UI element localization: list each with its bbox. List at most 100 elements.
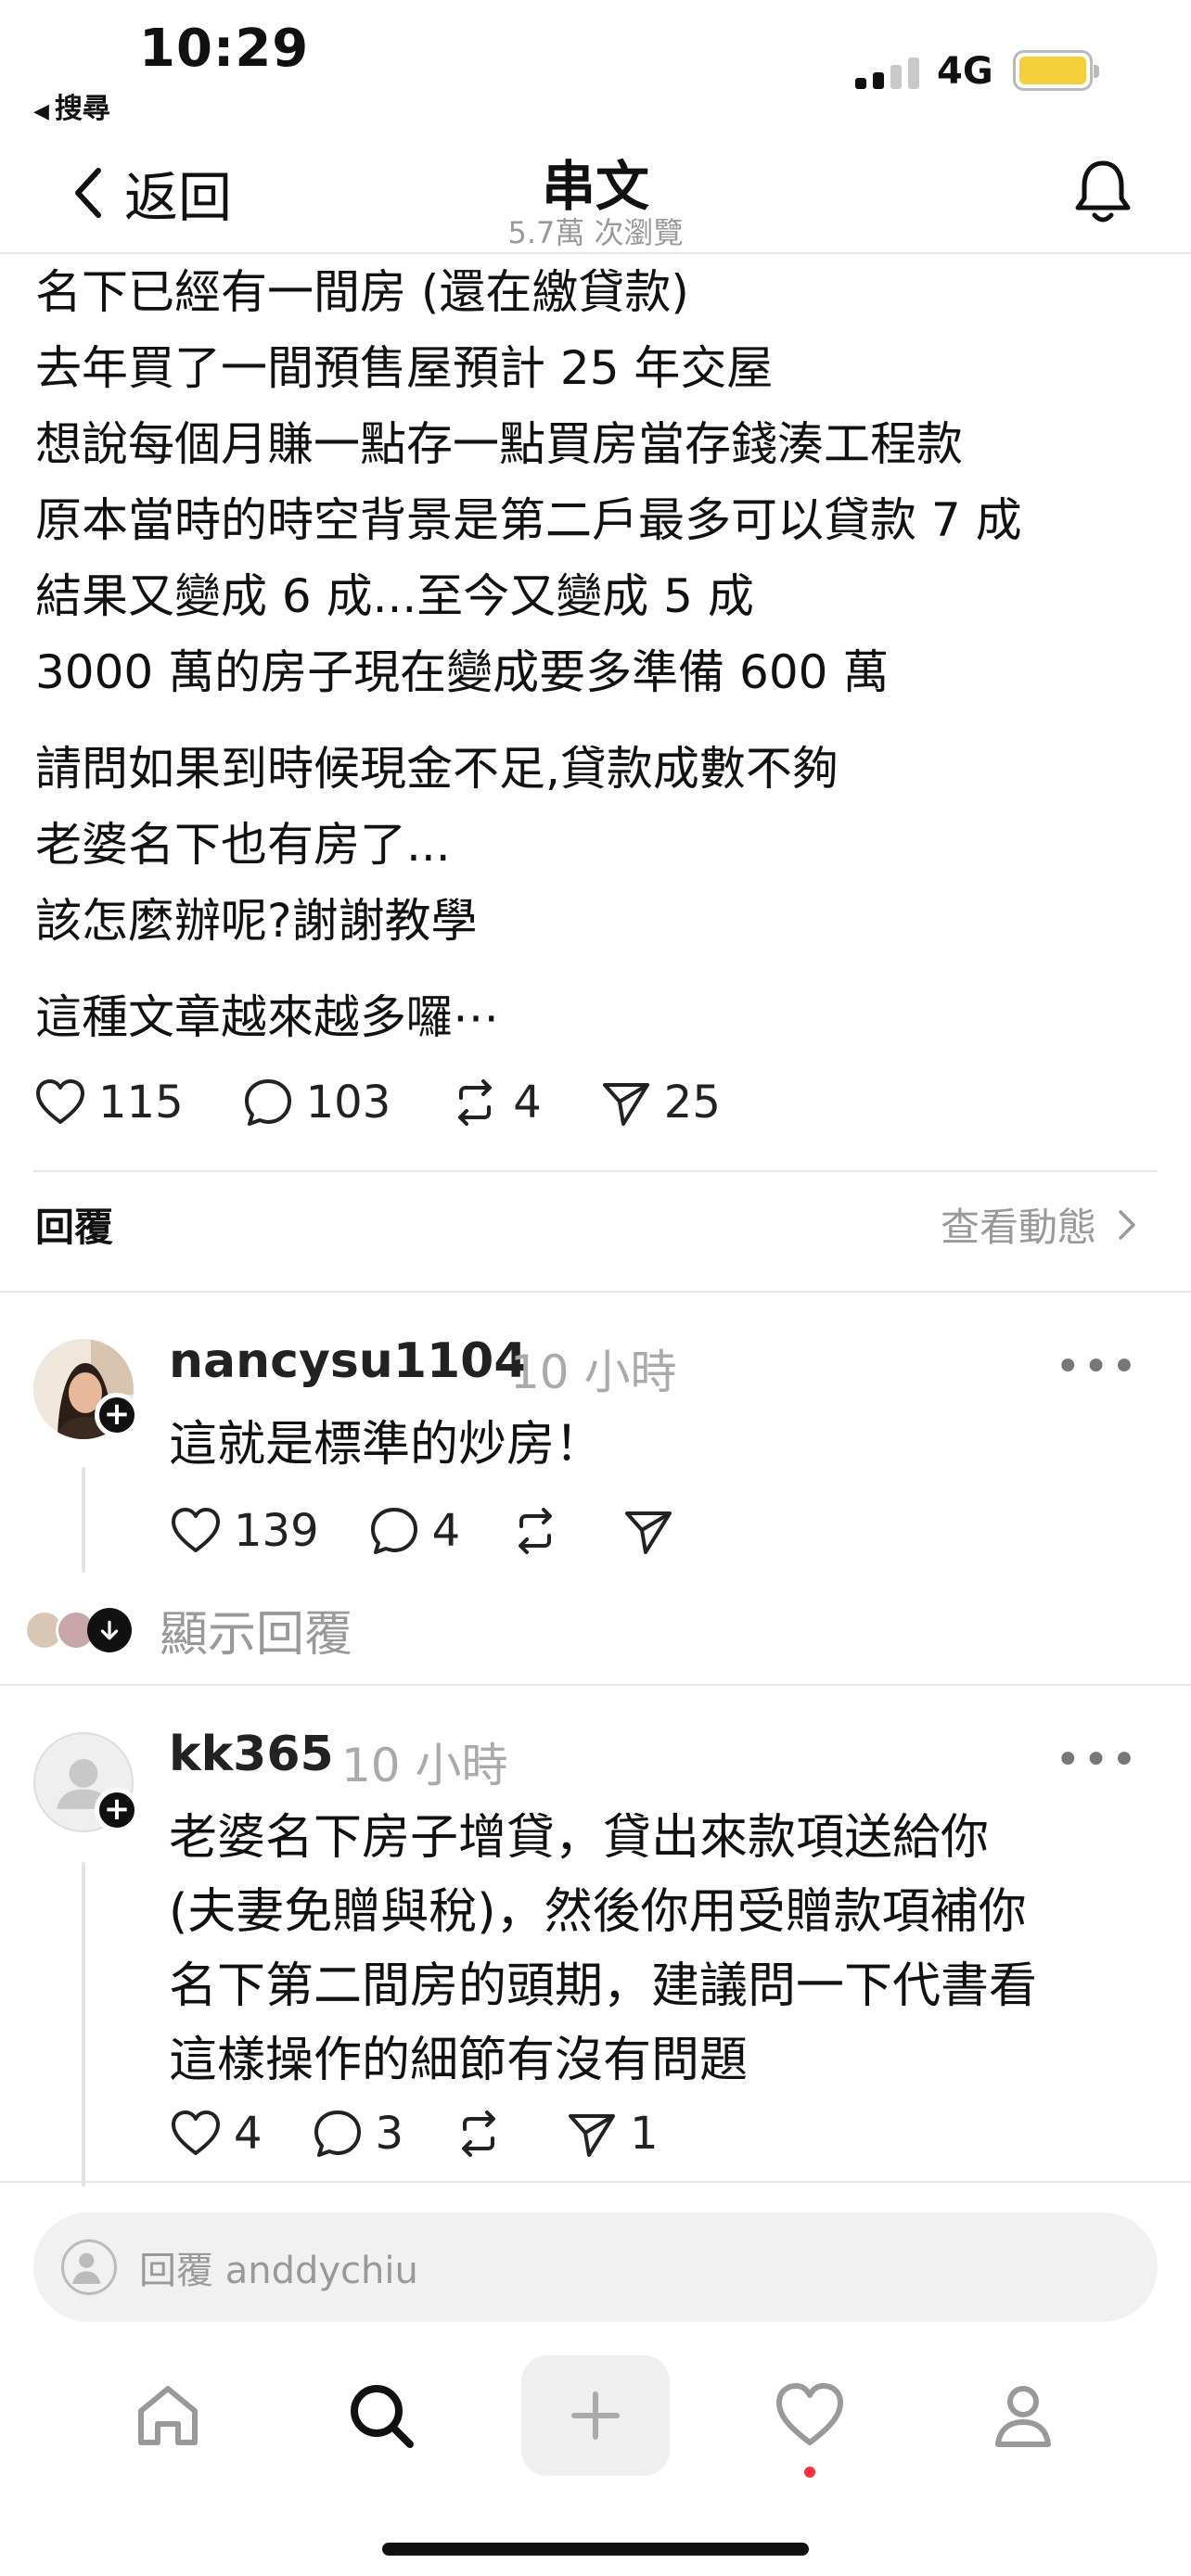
comment-bubble-icon [370,1508,417,1554]
comment-button[interactable]: 4 [367,1504,461,1558]
comment-count: 103 [305,1077,391,1129]
comment-count: 4 [431,1505,461,1557]
post-text-line: 該怎麼辦呢?謝謝教學 [35,894,478,948]
thread-line [82,1467,85,1573]
send-icon [602,1083,649,1126]
like-count: 115 [98,1077,184,1129]
send-icon [569,2114,616,2157]
view-count: 5.7萬 次瀏覽 [507,215,684,250]
more-options-button[interactable]: ••• [1055,1341,1139,1393]
user-avatar-icon [61,2239,117,2295]
repost-button[interactable] [452,2107,517,2161]
plus-icon [571,2391,620,2440]
comment-text-line: 老婆名下房子增貸，貸出來款項送給你 [169,1810,990,1866]
show-replies-label: 顯示回覆 [160,1607,353,1663]
replies-header: 回覆 [35,1205,114,1250]
battery-fill [1019,57,1086,84]
chevron-right-icon [1119,1209,1135,1240]
view-activity-link[interactable]: 查看動態 [941,1196,1137,1253]
thread-line [82,1862,85,2187]
repost-button[interactable] [508,1504,573,1558]
heart-icon [172,1508,220,1552]
repost-icon [458,1079,493,1126]
post-text-line: 想說每個月賺一點存一點買房當存錢湊工程款 [35,417,963,471]
home-indicator [382,2543,809,2556]
post-body: 名下已經有一間房 (還在繳貸款) 去年買了一間預售屋預計 25 年交屋 想說每個… [35,254,1167,1055]
like-button[interactable]: 115 [33,1076,184,1129]
comment-actions: 139 4 [169,1504,735,1558]
bell-icon[interactable] [1072,158,1133,226]
heart-icon [776,2383,843,2445]
like-count: 4 [234,2108,263,2160]
post-text-line: 名下已經有一間房 (還在繳貸款) [35,265,689,319]
bottom-tab-bar [0,2355,1191,2494]
view-activity-label: 查看動態 [940,1205,1096,1250]
comment-text-line: 這就是標準的炒房！ [169,1417,604,1473]
heart-icon [172,2111,220,2155]
share-button[interactable] [621,1504,686,1558]
back-triangle-icon: ◀ [33,100,49,123]
like-button[interactable]: 139 [169,1504,319,1558]
share-button[interactable]: 1 [565,2107,659,2161]
profile-icon [995,2386,1051,2447]
repost-count: 4 [513,1077,542,1129]
back-to-search-link[interactable]: ◀ 搜尋 [33,85,110,126]
back-to-search-label: 搜尋 [54,93,110,125]
comment-time: 10 小時 [341,1739,508,1792]
more-options-button[interactable]: ••• [1055,1734,1139,1786]
show-replies-button[interactable]: 顯示回覆 [24,1595,352,1664]
share-count: 25 [663,1077,721,1129]
comment-count: 3 [375,2108,404,2160]
comment-text-line: 這樣操作的細節有沒有問題 [169,2033,749,2088]
tab-profile[interactable] [954,2355,1093,2476]
battery-icon [1013,50,1099,91]
post-text-line: 老婆名下也有房了... [35,818,451,872]
reply-input[interactable]: 回覆 anddychiu [33,2213,1158,2322]
status-time: 10:29 [139,19,310,79]
tab-activity[interactable] [740,2355,879,2478]
post-text-line: 請問如果到時候現金不足,貸款成數不夠 [35,742,839,796]
post-text-line: 3000 萬的房子現在變成要多準備 600 萬 [35,645,890,699]
cellular-signal-icon [855,57,920,89]
comment-time: 10 小時 [510,1345,677,1399]
share-button[interactable]: 25 [599,1076,721,1129]
comment-username[interactable]: nancysu1104 [169,1333,528,1389]
arrow-down-icon [87,1607,132,1652]
tab-new-post[interactable] [521,2355,670,2476]
follow-plus-button[interactable]: + [95,1788,139,1832]
heart-icon [36,1079,84,1124]
comment-bubble-icon [314,2111,361,2157]
post-actions: 115 103 4 25 [33,1076,1156,1129]
search-icon [351,2385,414,2448]
comment-actions: 4 3 1 [169,2107,707,2161]
comment-username[interactable]: kk365 [169,1727,334,1782]
repost-icon [519,1508,553,1554]
divider [0,1684,1191,1686]
divider [0,1291,1191,1293]
comment-button[interactable]: 3 [311,2107,404,2161]
post-text-line: 結果又變成 6 成...至今又變成 5 成 [35,569,754,623]
reply-input-placeholder: 回覆 anddychiu [139,2250,418,2292]
comment-text-line: (夫妻免贈與稅)，然後你用受贈款項補你 [169,1884,1027,1940]
post-text-line: 去年買了一間預售屋預計 25 年交屋 [35,341,774,395]
network-type: 4G [937,50,993,93]
notification-dot [804,2467,815,2478]
comment-text-line: 名下第二間房的頭期，建議問一下代書看 [169,1958,1038,2014]
like-count: 139 [234,1505,319,1557]
like-button[interactable]: 4 [169,2107,263,2161]
post-text-line: 這種文章越來越多囉⋯ [35,990,499,1044]
divider [0,2181,1191,2183]
follow-plus-button[interactable]: + [95,1393,139,1437]
tab-search[interactable] [312,2355,451,2476]
tab-home[interactable] [98,2355,237,2476]
share-count: 1 [630,2108,659,2160]
repost-button[interactable]: 4 [448,1076,542,1129]
nav-bar: 返回 串文 5.7萬 次瀏覽 [0,130,1191,254]
comment-bubble-icon [244,1079,291,1126]
comment-button[interactable]: 103 [241,1076,391,1129]
send-icon [625,1511,672,1554]
post-text-line: 原本當時的時空背景是第二戶最多可以貸款 7 成 [35,493,1022,547]
status-bar: 10:29 ◀ 搜尋 4G [0,0,1191,130]
divider [33,1170,1158,1172]
repost-icon [462,2111,496,2157]
